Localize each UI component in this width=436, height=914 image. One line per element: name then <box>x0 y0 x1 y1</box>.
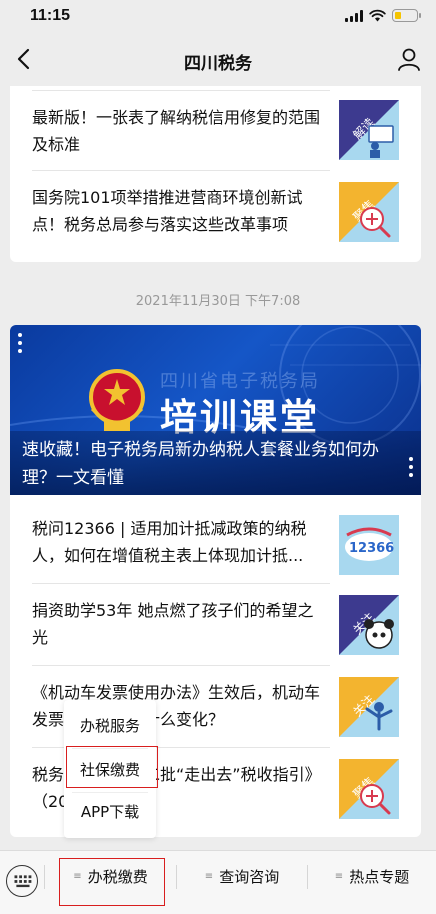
article-title: 最新版！一张表了解纳税信用修复的范围及标准 <box>32 108 321 154</box>
article-thumbnail: 聚焦 <box>339 182 399 242</box>
nav-bar: 四川税务 <box>0 34 436 86</box>
decoration-dots-icon <box>18 333 22 353</box>
article-thumbnail: 关注 <box>339 677 399 737</box>
tax-emblem-icon <box>89 369 145 431</box>
divider <box>32 170 330 171</box>
divider <box>32 90 330 91</box>
tab-query-consult[interactable]: ≡ 查询咨询 <box>177 851 307 901</box>
tab-label: 查询咨询 <box>219 867 280 886</box>
interpretation-thumb-icon: 解读 <box>339 100 399 160</box>
banner-article-title: 速收藏！电子税务局新办纳税人套餐业务如何办理？一文看懂 <box>22 440 379 488</box>
page-title: 四川税务 <box>184 54 252 74</box>
battery-icon <box>392 9 421 22</box>
divider <box>32 583 330 584</box>
article-title: 捐资助学53年 她点燃了孩子们的希望之光 <box>32 601 314 647</box>
keyboard-icon[interactable] <box>6 865 38 897</box>
profile-icon[interactable] <box>396 46 422 72</box>
list-item[interactable]: 最新版！一张表了解纳税信用修复的范围及标准 解读 <box>32 100 399 160</box>
message-timestamp: 2021年11月30日 下午7:08 <box>135 294 301 309</box>
list-item[interactable]: 税问12366 | 适用加计抵减政策的纳税人，如何在增值税主表上体现加计抵...… <box>32 511 399 575</box>
status-time: 11:15 <box>30 7 71 24</box>
article-title: 国务院101项举措推进营商环境创新试点！税务总局参与落实这些改革事项 <box>32 188 303 234</box>
featured-article-banner[interactable]: 四川省电子税务局 培训课堂 速收藏！电子税务局新办纳税人套餐业务如何办理？一文看… <box>10 325 421 495</box>
decoration-dots-icon <box>409 457 413 477</box>
selection-highlight <box>66 746 158 788</box>
selection-highlight <box>59 858 165 906</box>
focus-thumb-icon: 聚焦 <box>339 182 399 242</box>
hotline-12366-icon: 12366 <box>339 515 399 575</box>
menu-item-app-download[interactable]: APP下载 <box>64 790 156 834</box>
status-bar: 11:15 <box>0 0 436 34</box>
list-item[interactable]: 国务院101项举措推进营商环境创新试点！税务总局参与落实这些改革事项 聚焦 <box>32 182 399 242</box>
article-card-previous: 最新版！一张表了解纳税信用修复的范围及标准 解读 国务院101项举措推进营商环境… <box>10 86 421 262</box>
tab-label: 热点专题 <box>349 867 410 886</box>
article-thumbnail: 聚焦 <box>339 759 399 819</box>
article-thumbnail: 关注 <box>339 595 399 655</box>
tab-hot-topics[interactable]: ≡ 热点专题 <box>308 851 436 901</box>
wifi-icon <box>369 9 386 22</box>
article-thumbnail: 12366 <box>339 515 399 575</box>
divider <box>32 665 330 666</box>
thumb-label: 12366 <box>349 541 394 556</box>
signal-icon <box>345 9 363 22</box>
list-item[interactable]: 捐资助学53年 她点燃了孩子们的希望之光 关注 <box>32 593 399 657</box>
article-thumbnail: 解读 <box>339 100 399 160</box>
menu-item-tax-services[interactable]: 办税服务 <box>64 704 156 748</box>
attention-thumb-icon: 关注 <box>339 677 399 737</box>
menu-lines-icon: ≡ <box>334 870 344 882</box>
article-title: 税问12366 | 适用加计抵减政策的纳税人，如何在增值税主表上体现加计抵... <box>32 519 307 565</box>
status-icons <box>345 9 421 22</box>
panda-thumb-icon: 关注 <box>339 595 399 655</box>
menu-lines-icon: ≡ <box>204 870 214 882</box>
focus-thumb-icon: 聚焦 <box>339 759 399 819</box>
